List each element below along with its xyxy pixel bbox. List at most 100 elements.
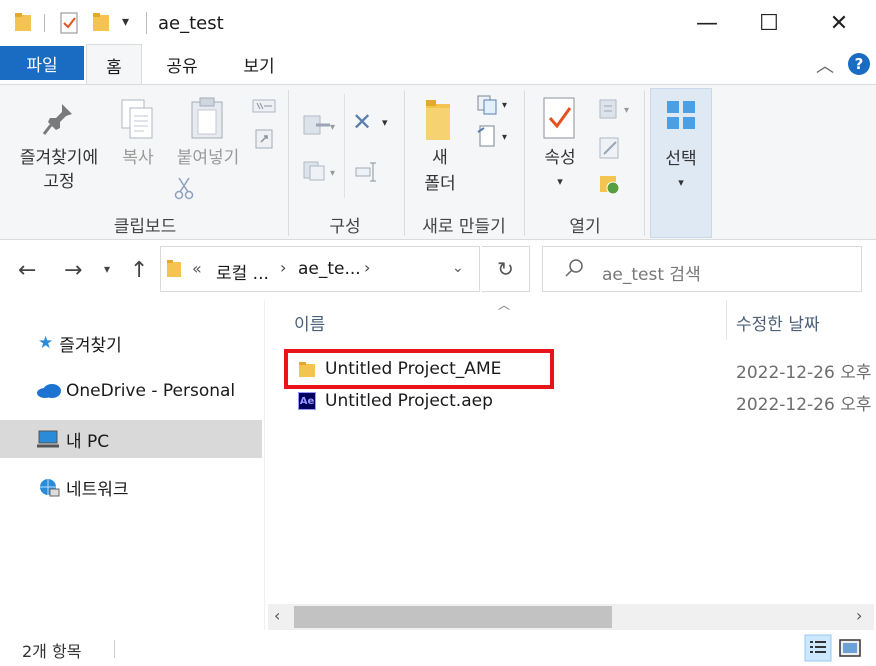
tab-share[interactable]: 공유 [152, 46, 212, 82]
svg-text:▾: ▾ [330, 122, 335, 133]
tab-home[interactable]: 홈 [86, 44, 142, 86]
new-item-icon[interactable]: ▾ [476, 94, 512, 116]
select-button[interactable]: 선택 ▾ [650, 88, 712, 238]
delete-icon[interactable]: ✕ [352, 108, 372, 136]
status-item-count: 2개 항목 [22, 642, 82, 661]
pin-to-quick-access-button[interactable]: 즐겨찾기에 고정 [10, 96, 108, 202]
toolbar-divider [44, 14, 45, 32]
breadcrumb-item[interactable]: ae_te... [298, 259, 361, 279]
new-folder-icon[interactable] [92, 12, 110, 32]
highlight-box [284, 349, 554, 389]
pin-label-2: 고정 [43, 172, 75, 192]
network-icon [40, 479, 60, 497]
organize-divider [344, 94, 345, 198]
column-header-name[interactable]: 이름 [294, 310, 325, 335]
svg-text:▾: ▾ [502, 132, 507, 143]
new-folder-label-1: 새 [432, 148, 448, 168]
tab-view[interactable]: 보기 [228, 46, 290, 82]
paste-button: 붙여넣기 [170, 96, 246, 176]
copy-to-icon: ▾ [303, 161, 335, 181]
scroll-left-icon[interactable]: ‹ [274, 606, 280, 625]
cloud-icon [37, 384, 61, 398]
nav-item-label: OneDrive - Personal [66, 381, 236, 401]
window-title: ae_test [158, 13, 224, 34]
folder-icon [426, 100, 450, 140]
copy-path-icon [252, 99, 276, 113]
select-grid-icon [667, 101, 695, 129]
new-folder-button[interactable]: 새 폴더 [412, 96, 468, 200]
up-arrow-icon[interactable]: ↑ [130, 258, 148, 283]
address-dropdown-icon[interactable]: ⌄ [452, 260, 464, 276]
scrollbar-thumb[interactable] [294, 606, 612, 628]
copy-label: 복사 [122, 148, 154, 168]
recent-locations-icon[interactable]: ▾ [104, 262, 110, 276]
properties-icon[interactable] [60, 12, 80, 34]
breadcrumb-chevron-icon[interactable]: › [364, 258, 370, 277]
title-divider [146, 12, 147, 34]
large-icons-view-icon[interactable] [838, 636, 864, 660]
pin-label-1: 즐겨찾기에 [19, 148, 99, 168]
nav-item-quick-access[interactable]: ★ 즐겨찾기 [0, 324, 262, 362]
customize-toolbar-dropdown-icon[interactable]: ▾ [122, 14, 129, 30]
svg-text:▾: ▾ [624, 105, 629, 116]
file-modified: 2022-12-26 오후 [736, 363, 872, 383]
pin-icon [42, 104, 72, 135]
ribbon-separator [644, 90, 645, 236]
new-group-label: 새로 만들기 [422, 217, 506, 237]
breadcrumb-chevron-icon[interactable]: › [280, 258, 286, 277]
nav-item-this-pc[interactable]: 내 PC [0, 420, 262, 458]
properties-dropdown-icon[interactable]: ▾ [532, 170, 588, 194]
after-effects-file-icon: Ae [298, 392, 316, 410]
rename-icon [355, 162, 376, 182]
properties-button[interactable]: 속성 ▾ [532, 96, 588, 200]
nav-item-label: 즐겨찾기 [59, 335, 122, 356]
tab-file[interactable]: 파일 [0, 46, 84, 80]
close-button[interactable]: ✕ [808, 0, 870, 46]
paste-icon [191, 97, 223, 139]
forward-arrow-icon[interactable]: → [64, 258, 82, 283]
search-box[interactable] [542, 246, 862, 292]
copy-icon [121, 99, 153, 139]
maximize-button[interactable]: ☐ [738, 0, 800, 46]
ribbon-separator [288, 90, 289, 236]
svg-text:▾: ▾ [502, 100, 507, 111]
nav-item-label: 네트워크 [66, 479, 129, 500]
move-to-icon: ▾ [303, 115, 335, 135]
scroll-right-icon[interactable]: › [856, 606, 862, 625]
column-divider[interactable] [726, 300, 727, 340]
search-placeholder: ae_test 검색 [602, 265, 701, 285]
properties-icon [543, 97, 575, 139]
nav-item-network[interactable]: 네트워크 [0, 468, 262, 506]
breadcrumb-overflow[interactable]: « [192, 259, 202, 278]
breadcrumb-item[interactable]: 로컬 ... [216, 259, 269, 284]
minimize-button[interactable]: — [676, 0, 738, 46]
organize-group-label: 구성 [329, 217, 361, 237]
back-arrow-icon[interactable]: ← [18, 258, 36, 283]
ribbon-separator [404, 90, 405, 236]
star-icon: ★ [38, 333, 54, 353]
help-icon[interactable]: ? [848, 53, 870, 75]
collapse-ribbon-icon[interactable]: ︿ [816, 52, 834, 78]
paste-label: 붙여넣기 [176, 148, 240, 168]
clipboard-group-label: 클립보드 [113, 217, 177, 237]
details-view-icon[interactable] [804, 634, 832, 662]
computer-icon [37, 430, 59, 448]
nav-item-onedrive[interactable]: OneDrive - Personal [0, 372, 262, 410]
svg-text:▾: ▾ [330, 168, 335, 179]
column-header-modified[interactable]: 수정한 날짜 [736, 310, 820, 335]
cut-icon [174, 177, 194, 200]
sort-ascending-icon: ︿ [498, 298, 511, 312]
refresh-icon: ↻ [497, 257, 514, 281]
paste-shortcut-icon [255, 129, 273, 149]
delete-dropdown-icon[interactable]: ▾ [382, 116, 388, 129]
select-label: 선택 [665, 149, 697, 169]
copy-button: 복사 [110, 96, 166, 176]
file-modified: 2022-12-26 오후 [736, 395, 872, 415]
select-dropdown-icon[interactable]: ▾ [651, 171, 711, 195]
nav-item-label: 내 PC [66, 431, 110, 452]
folder-icon [167, 260, 181, 277]
open-group-label: 열기 [569, 217, 601, 237]
easy-access-icon[interactable]: ▾ [476, 124, 512, 150]
refresh-button[interactable]: ↻ [482, 246, 530, 292]
history-icon [600, 176, 620, 195]
